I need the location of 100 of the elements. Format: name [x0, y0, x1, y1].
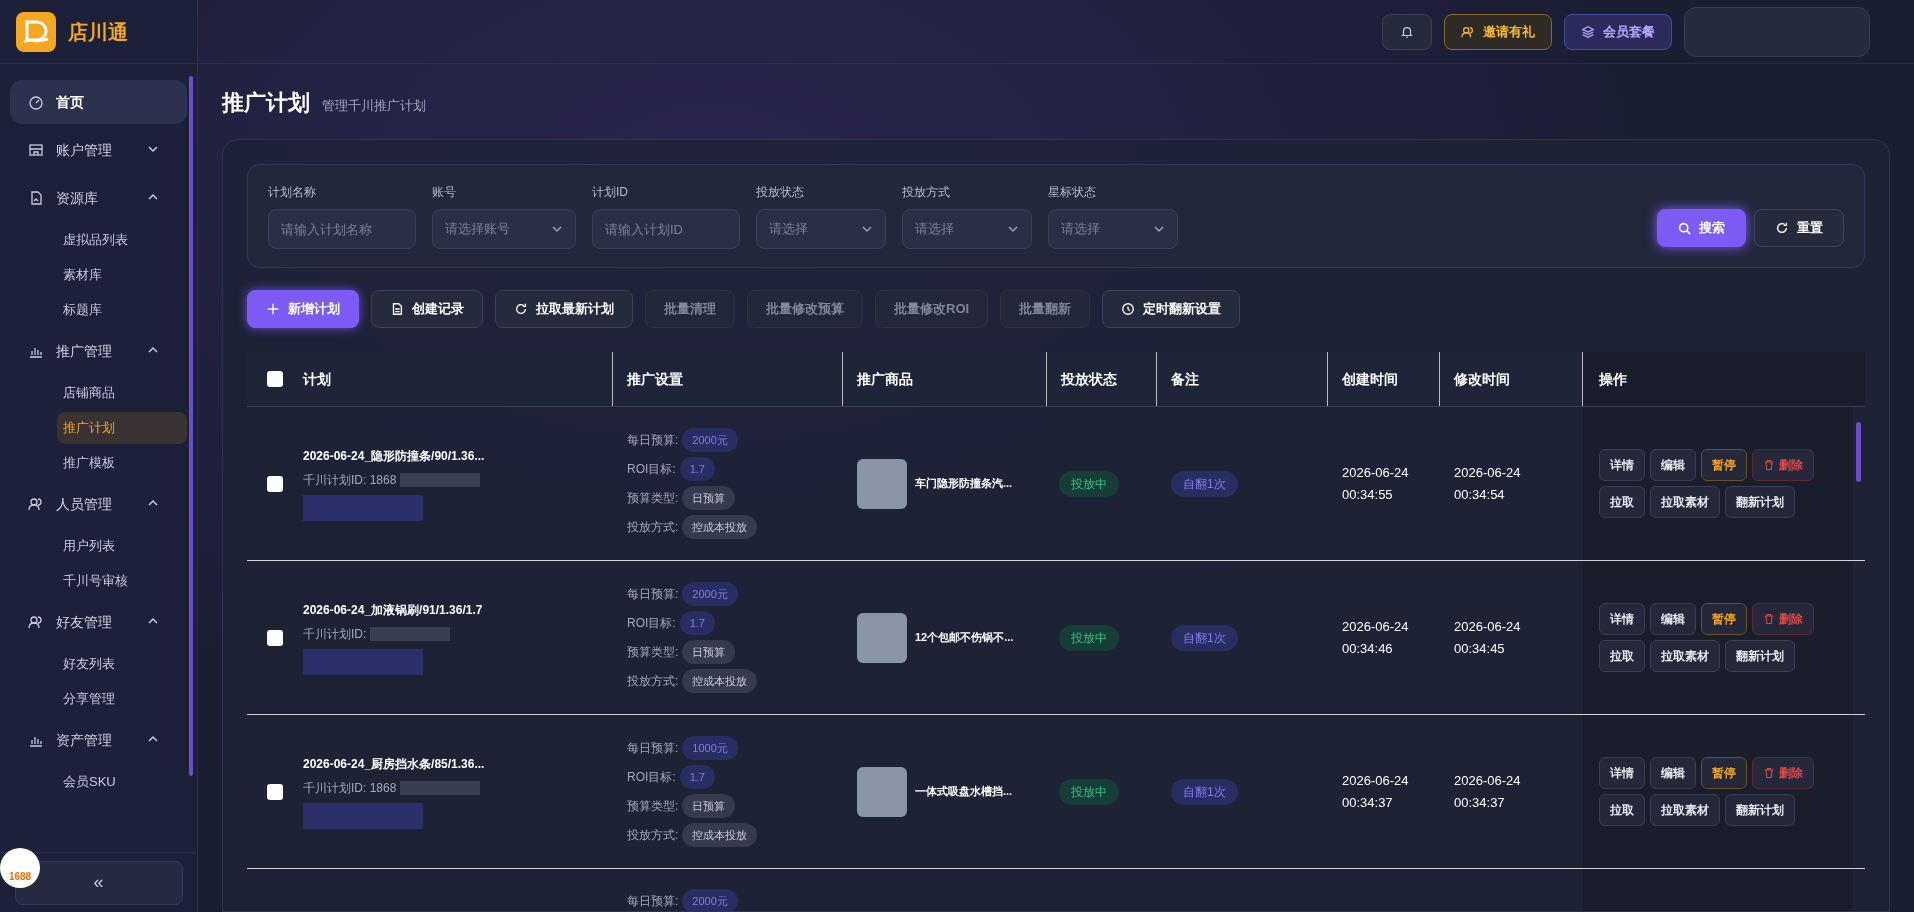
- toolbar-button[interactable]: 定时翻新设置: [1102, 290, 1241, 328]
- note-tag: 自翻1次: [1171, 470, 1238, 497]
- action-button[interactable]: 详情: [1599, 603, 1645, 635]
- action-button[interactable]: 拉取素材: [1650, 794, 1720, 826]
- plus-icon: [266, 302, 280, 316]
- action-button[interactable]: 删除: [1752, 603, 1814, 635]
- action-button[interactable]: 编辑: [1650, 757, 1696, 789]
- reset-button[interactable]: 重置: [1754, 209, 1844, 247]
- setting-tag: 控成本投放: [682, 823, 758, 847]
- sidebar-item[interactable]: 资产管理: [10, 718, 187, 762]
- sidebar-item[interactable]: 好友管理: [10, 600, 187, 644]
- chevron-down-icon: [861, 223, 873, 235]
- plan-name: 2026-06-24_隐形防撞条/90/1.36...: [303, 447, 486, 465]
- product-name: 一体式吸盘水槽挡...: [915, 784, 1013, 800]
- logo-icon: [16, 11, 56, 52]
- chevron-down-icon: [147, 143, 159, 155]
- modified-time: 2026-06-24 00:34:54: [1454, 463, 1522, 504]
- setting-tag: 日预算: [682, 640, 736, 664]
- chevron-down-icon: [551, 223, 563, 235]
- action-button[interactable]: 详情: [1599, 449, 1645, 481]
- action-button[interactable]: 暂停: [1701, 757, 1747, 789]
- select-field[interactable]: 请选择: [1048, 209, 1178, 249]
- action-button[interactable]: 拉取: [1599, 486, 1645, 518]
- text-field[interactable]: 请输入计划名称: [268, 209, 416, 249]
- action-button[interactable]: 拉取素材: [1650, 640, 1720, 672]
- select-field[interactable]: 请选择: [902, 209, 1032, 249]
- plan-id: 千川计划ID:: [303, 625, 367, 643]
- toolbar-button[interactable]: 创建记录: [371, 290, 483, 328]
- created-time: 2026-06-24 00:34:46: [1342, 617, 1410, 658]
- sidebar-subitem[interactable]: 分享管理: [57, 683, 187, 715]
- column-header: 推广设置: [627, 369, 683, 389]
- trash-icon: [1763, 767, 1775, 779]
- setting-tag: 1000元: [682, 736, 738, 760]
- select-field[interactable]: 请选择: [756, 209, 886, 249]
- action-button[interactable]: 翻新计划: [1725, 640, 1795, 672]
- search-icon: [1678, 221, 1691, 235]
- setting-tag: 1.7: [679, 765, 715, 789]
- checkbox[interactable]: [267, 475, 283, 492]
- refresh-icon: [1775, 221, 1789, 235]
- setting-tag: 1.7: [679, 457, 715, 481]
- field-label: 账号: [432, 184, 457, 201]
- setting-label: 每日预算:: [627, 893, 679, 910]
- action-button[interactable]: 翻新计划: [1725, 486, 1795, 518]
- toolbar-button[interactable]: 新增计划: [247, 290, 359, 328]
- sidebar-subitem[interactable]: 虚拟品列表: [57, 224, 187, 256]
- sidebar-subitem[interactable]: 好友列表: [57, 648, 187, 680]
- sidebar-item[interactable]: 资源库: [10, 176, 187, 220]
- setting-label: ROI目标:: [627, 615, 676, 632]
- header-button[interactable]: 邀请有礼: [1444, 13, 1552, 50]
- product-photo-placeholder: [857, 458, 907, 509]
- setting-label: 投放方式:: [627, 673, 679, 690]
- text-field[interactable]: 请输入计划ID: [592, 209, 740, 249]
- notification-button[interactable]: [1382, 13, 1432, 50]
- product-photo-placeholder: [857, 766, 907, 817]
- sidebar-subitem[interactable]: 素材库: [57, 259, 187, 291]
- checkbox[interactable]: [267, 783, 283, 800]
- toolbar-button[interactable]: 拉取最新计划: [495, 290, 633, 328]
- sidebar-item[interactable]: 人员管理: [10, 482, 187, 526]
- setting-label: 每日预算:: [627, 432, 679, 449]
- action-button[interactable]: 删除: [1752, 449, 1814, 481]
- setting-label: 每日预算:: [627, 586, 679, 603]
- action-button[interactable]: 编辑: [1650, 603, 1696, 635]
- page-title: 推广计划: [222, 89, 310, 117]
- field-label: 计划名称: [268, 184, 317, 201]
- sidebar-item[interactable]: 账户管理: [10, 128, 187, 172]
- checkbox[interactable]: [267, 371, 283, 387]
- users-icon: [1461, 24, 1475, 39]
- column-header: 备注: [1171, 369, 1199, 389]
- setting-tag: 2000元: [682, 582, 738, 606]
- action-button[interactable]: 暂停: [1701, 449, 1747, 481]
- sidebar-subitem[interactable]: 千川号审核: [57, 565, 187, 597]
- action-button[interactable]: 拉取素材: [1650, 486, 1720, 518]
- action-button[interactable]: 拉取: [1599, 794, 1645, 826]
- setting-tag: 日预算: [682, 794, 736, 818]
- field-label: 投放方式: [902, 184, 951, 201]
- action-button[interactable]: 翻新计划: [1725, 794, 1795, 826]
- plan-name: 2026-06-24_加液锅刷/91/1.36/1.7: [303, 601, 484, 619]
- sidebar-item[interactable]: 推广管理: [10, 329, 187, 373]
- action-button[interactable]: 暂停: [1701, 603, 1747, 635]
- product-name: 车门隐形防撞条汽...: [915, 476, 1013, 492]
- header-button[interactable]: 会员套餐: [1564, 13, 1672, 50]
- sidebar-subitem[interactable]: 店铺商品: [57, 377, 187, 409]
- status-tag: 投放中: [1059, 470, 1119, 497]
- setting-label: 预算类型:: [627, 798, 679, 815]
- search-button[interactable]: 搜索: [1657, 209, 1746, 247]
- sidebar-item[interactable]: 首页: [10, 80, 187, 124]
- bell-icon: [1400, 24, 1414, 39]
- setting-tag: 1.7: [679, 611, 715, 635]
- action-button[interactable]: 拉取: [1599, 640, 1645, 672]
- action-button[interactable]: 编辑: [1650, 449, 1696, 481]
- sidebar-subitem[interactable]: 会员SKU: [57, 766, 187, 798]
- column-header: 操作: [1599, 369, 1627, 389]
- select-field[interactable]: 请选择账号: [432, 209, 576, 249]
- action-button[interactable]: 删除: [1752, 757, 1814, 789]
- sidebar-subitem[interactable]: 推广模板: [57, 447, 187, 479]
- sidebar-subitem[interactable]: 推广计划: [57, 412, 187, 444]
- sidebar-subitem[interactable]: 标题库: [57, 294, 187, 326]
- sidebar-subitem[interactable]: 用户列表: [57, 530, 187, 562]
- action-button[interactable]: 详情: [1599, 757, 1645, 789]
- checkbox[interactable]: [267, 629, 283, 646]
